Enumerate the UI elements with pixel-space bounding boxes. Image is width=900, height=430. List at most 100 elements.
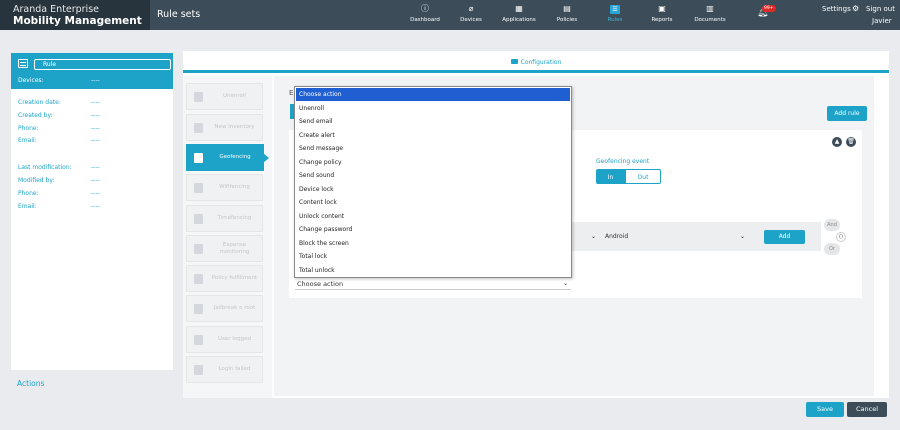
phone-value: ---- bbox=[91, 190, 100, 197]
trigger-label: User logged bbox=[217, 336, 252, 342]
trigger-user-logged[interactable]: User logged bbox=[186, 326, 263, 353]
rule-header: Rule Devices: ---- bbox=[11, 53, 173, 89]
phone-label: Phone: bbox=[18, 125, 39, 132]
nav-documents[interactable]: ▥ Documents bbox=[686, 3, 734, 28]
rule-name-input[interactable]: Rule bbox=[34, 59, 171, 70]
calendar-icon bbox=[194, 214, 203, 224]
devices-icon: ⌀ bbox=[468, 4, 474, 13]
trigger-policy-fulfillment[interactable]: Policy fulfillment bbox=[186, 265, 263, 292]
event-out-toggle[interactable]: Out bbox=[625, 169, 661, 184]
trigger-new-inventory[interactable]: New inventory bbox=[186, 114, 263, 141]
modified-by-label: Modified by: bbox=[18, 177, 55, 184]
trigger-label: Expense monitoring bbox=[219, 241, 250, 255]
user-icon bbox=[194, 365, 203, 375]
nav-rules[interactable]: ☰ Rules bbox=[591, 3, 639, 28]
group-button[interactable]: () bbox=[836, 232, 846, 242]
section-label: E bbox=[289, 89, 294, 97]
trigger-timefencing[interactable]: Timefencing bbox=[186, 205, 263, 232]
and-button[interactable]: And bbox=[824, 219, 840, 231]
brand-line1: Aranda Enterprise bbox=[13, 4, 99, 15]
nav-applications[interactable]: ▦ Applications bbox=[495, 3, 543, 28]
trigger-label: Login failed bbox=[218, 366, 251, 372]
add-condition-button[interactable]: Add bbox=[764, 230, 805, 244]
geofencing-event-label: Geofencing event bbox=[596, 158, 650, 165]
dropdown-option[interactable]: Send email bbox=[296, 115, 570, 128]
email-label: Email: bbox=[18, 137, 37, 144]
nav-devices[interactable]: ⌀ Devices bbox=[447, 3, 495, 28]
trigger-label: Wififencing bbox=[219, 184, 250, 190]
nav-label: Documents bbox=[694, 17, 726, 23]
dropdown-option[interactable]: Total lock bbox=[296, 250, 570, 263]
dropdown-option[interactable]: Total unlock bbox=[296, 264, 570, 277]
trigger-jailbreak[interactable]: Jailbreak o root bbox=[186, 295, 263, 322]
email-value: ---- bbox=[91, 203, 100, 210]
nav-reports[interactable]: ▣ Reports bbox=[638, 3, 686, 28]
dropdown-option[interactable]: Unenroll bbox=[296, 102, 570, 115]
brand-logo: Aranda Enterprise Mobility Management bbox=[0, 0, 150, 30]
trigger-label: New inventory bbox=[214, 124, 255, 130]
action-select[interactable]: Choose action bbox=[295, 278, 571, 290]
creation-date-value: ---- bbox=[91, 99, 100, 106]
dropdown-option[interactable]: Send message bbox=[296, 142, 570, 155]
nav-label: Policies bbox=[556, 17, 578, 23]
cancel-button[interactable]: Cancel bbox=[847, 402, 887, 417]
chevron-down-icon: ⌄ bbox=[740, 233, 746, 240]
trigger-expense-monitoring[interactable]: Expense monitoring bbox=[186, 235, 263, 262]
user-name: Javier bbox=[872, 17, 892, 25]
last-modification-value: ---- bbox=[91, 164, 100, 171]
modified-by-value: ---- bbox=[91, 177, 100, 184]
condition-select[interactable] bbox=[572, 231, 601, 243]
gear-icon[interactable]: ⚙ bbox=[852, 4, 859, 13]
collapse-icon[interactable]: ▲ bbox=[832, 137, 842, 147]
actions-link[interactable]: Actions bbox=[17, 379, 44, 388]
devices-value: ---- bbox=[91, 77, 100, 84]
trigger-unenroll[interactable]: Unenroll bbox=[186, 83, 263, 110]
trigger-wififencing[interactable]: Wififencing bbox=[186, 174, 263, 201]
event-in-toggle[interactable]: In bbox=[596, 169, 625, 184]
info-icon: ⓘ bbox=[421, 4, 429, 13]
action-dropdown-list: Choose action Unenroll Send email Create… bbox=[294, 86, 572, 278]
dropdown-option[interactable]: Block the screen bbox=[296, 237, 570, 250]
email-label: Email: bbox=[18, 203, 37, 210]
nav-dashboard[interactable]: ⓘ Dashboard bbox=[401, 3, 449, 28]
dropdown-option[interactable]: Choose action bbox=[296, 88, 570, 101]
created-by-value: ---- bbox=[91, 112, 100, 119]
dropdown-option[interactable]: Change policy bbox=[296, 156, 570, 169]
dropdown-option[interactable]: Unlock content bbox=[296, 210, 570, 223]
configuration-title: Configuration bbox=[520, 59, 562, 66]
settings-link[interactable]: Settings bbox=[822, 5, 851, 13]
nav-policies[interactable]: ▤ Policies bbox=[543, 3, 591, 28]
unenroll-icon bbox=[194, 92, 203, 102]
dropdown-option[interactable]: Content lock bbox=[296, 196, 570, 209]
trigger-label: Timefencing bbox=[217, 215, 252, 221]
trigger-label: Geofencing bbox=[219, 154, 251, 160]
expense-icon bbox=[194, 244, 203, 254]
brand-line2: Mobility Management bbox=[13, 15, 142, 27]
briefcase-icon bbox=[510, 59, 518, 64]
rule-icon bbox=[18, 59, 28, 68]
chevron-down-icon: ⌄ bbox=[591, 233, 597, 240]
inventory-icon bbox=[194, 123, 203, 133]
dropdown-option[interactable]: Device lock bbox=[296, 183, 570, 196]
rule-info-panel: Rule Devices: ---- Creation date: ---- C… bbox=[11, 53, 173, 370]
trigger-geofencing[interactable]: Geofencing bbox=[186, 144, 269, 171]
nav-label: Devices bbox=[460, 17, 482, 23]
top-bar: Aranda Enterprise Mobility Management Ru… bbox=[0, 0, 900, 30]
save-button[interactable]: Save bbox=[806, 402, 844, 417]
add-rule-button[interactable]: Add rule bbox=[827, 106, 867, 121]
delete-icon[interactable]: 🗑︎ bbox=[846, 137, 856, 147]
policy-icon bbox=[194, 274, 203, 284]
user-icon bbox=[194, 335, 203, 345]
platform-select[interactable]: Android bbox=[603, 231, 750, 243]
dropdown-option[interactable]: Create alert bbox=[296, 129, 570, 142]
grid-icon: ▦ bbox=[515, 4, 523, 13]
nav-label: Applications bbox=[502, 17, 536, 23]
dropdown-option[interactable]: Change password bbox=[296, 223, 570, 236]
sign-out-link[interactable]: Sign out bbox=[866, 5, 895, 13]
or-button[interactable]: Or bbox=[824, 243, 840, 255]
reports-icon: ▣ bbox=[658, 4, 666, 13]
dropdown-option[interactable]: Send sound bbox=[296, 169, 570, 182]
configuration-tab[interactable]: Configuration bbox=[183, 51, 889, 73]
trigger-login-failed[interactable]: Login failed bbox=[186, 356, 263, 383]
creation-date-label: Creation date: bbox=[18, 99, 61, 106]
